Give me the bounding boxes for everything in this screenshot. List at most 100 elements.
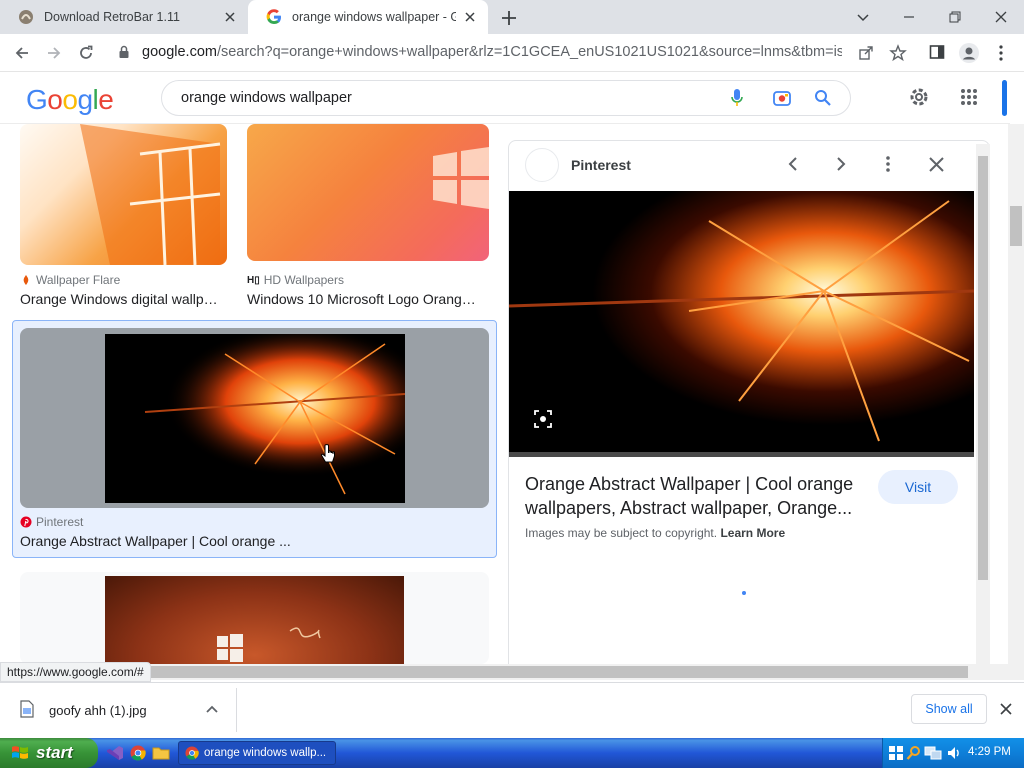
windows-logo-image xyxy=(433,147,489,209)
result-source[interactable]: Pinterest xyxy=(20,515,83,529)
folder-icon[interactable] xyxy=(152,745,170,761)
chevron-up-icon[interactable] xyxy=(206,704,218,714)
minimize-icon xyxy=(904,16,914,18)
preview-source[interactable]: Pinterest xyxy=(571,157,631,173)
more-options-icon[interactable] xyxy=(885,155,891,173)
show-all-downloads-button[interactable]: Show all xyxy=(911,694,987,724)
back-button[interactable] xyxy=(10,41,34,65)
result-thumbnail[interactable] xyxy=(105,334,405,503)
windows-flag-tray-icon[interactable] xyxy=(888,745,904,761)
result-thumbnail[interactable] xyxy=(20,124,227,265)
result-source[interactable]: H▯ HD Wallpapers xyxy=(247,273,344,287)
result-title[interactable]: Orange Windows digital wallp… xyxy=(20,291,218,307)
lens-camera-icon[interactable] xyxy=(772,88,792,108)
windows-logo-image xyxy=(80,124,221,265)
loading-indicator xyxy=(742,591,746,595)
visit-button[interactable]: Visit xyxy=(878,470,958,504)
logo-letter: o xyxy=(47,84,63,115)
tab-title: orange windows wallpaper - Goo xyxy=(292,10,456,24)
url-path: /search?q=orange+windows+wallpaper&rlz=1… xyxy=(216,44,842,60)
logo-letter: G xyxy=(26,84,48,115)
arrow-right-icon xyxy=(48,47,61,59)
chevron-down-icon xyxy=(857,14,869,22)
close-icon[interactable] xyxy=(929,157,944,172)
logo-letter: o xyxy=(62,84,78,115)
restore-icon xyxy=(949,11,961,23)
hd-wallpapers-icon: H▯ xyxy=(247,274,260,286)
windows-flag-icon xyxy=(12,746,28,759)
google-favicon-icon xyxy=(266,9,281,24)
source-label: HD Wallpapers xyxy=(263,273,344,287)
pinterest-icon xyxy=(20,516,32,528)
result-source[interactable]: Wallpaper Flare xyxy=(20,273,120,287)
close-shelf-icon[interactable] xyxy=(1000,703,1012,715)
tab-title: Download RetroBar 1.11 xyxy=(44,10,180,24)
minimize-button[interactable] xyxy=(886,0,932,34)
windows-logo-image xyxy=(217,627,321,662)
lock-icon[interactable] xyxy=(118,45,130,59)
chrome-icon xyxy=(185,746,199,760)
tab-retrobar[interactable]: Download RetroBar 1.11 xyxy=(0,0,248,34)
reload-icon xyxy=(80,45,93,59)
result-title[interactable]: Windows 10 Microsoft Logo Orang… xyxy=(247,291,476,307)
preview-image[interactable] xyxy=(509,191,974,457)
horizontal-scrollbar-thumb[interactable] xyxy=(150,666,968,678)
download-shelf xyxy=(0,682,1024,738)
panel-scrollbar-thumb[interactable] xyxy=(978,156,988,580)
google-logo[interactable]: Google xyxy=(26,84,114,116)
chevron-left-icon[interactable] xyxy=(785,156,801,172)
result-title[interactable]: Orange Abstract Wallpaper | Cool orange … xyxy=(20,533,291,549)
learn-more-link[interactable]: Learn More xyxy=(720,526,785,540)
reload-button[interactable] xyxy=(74,41,98,65)
forward-button[interactable] xyxy=(42,41,66,65)
profile-avatar-icon[interactable] xyxy=(958,42,980,64)
arrow-left-icon xyxy=(15,47,28,59)
bookmark-star-icon[interactable] xyxy=(889,44,907,62)
download-filename[interactable]: goofy ahh (1).jpg xyxy=(49,703,147,718)
source-label: Pinterest xyxy=(36,515,84,529)
taskbar-chrome-window[interactable]: orange windows wallp... xyxy=(178,741,336,765)
wallpaper-flare-icon xyxy=(23,275,29,285)
result-thumbnail[interactable] xyxy=(105,576,404,664)
copyright-notice: Images may be subject to copyright. Lear… xyxy=(525,526,785,540)
retrobar-favicon-icon xyxy=(19,10,33,24)
new-tab-plus-icon[interactable] xyxy=(498,7,520,29)
page-scrollbar-thumb[interactable] xyxy=(1010,206,1022,246)
start-label: start xyxy=(36,743,73,762)
result-thumbnail[interactable] xyxy=(247,124,489,261)
share-icon[interactable] xyxy=(858,45,874,61)
side-panel-icon[interactable] xyxy=(929,44,945,60)
clock: 4:29 PM xyxy=(968,746,1011,758)
url-text: google.com/search?q=orange+windows+wallp… xyxy=(142,44,842,60)
search-tray-icon[interactable] xyxy=(906,745,922,761)
preview-title[interactable]: Orange Abstract Wallpaper | Cool orange … xyxy=(525,472,870,520)
visual-studio-icon[interactable] xyxy=(106,745,124,761)
network-icon[interactable] xyxy=(924,745,942,761)
close-tab-icon[interactable] xyxy=(222,9,238,25)
volume-icon[interactable] xyxy=(946,745,962,761)
shelf-divider xyxy=(236,688,237,732)
link-status-bubble: https://www.google.com/# xyxy=(0,662,151,682)
lens-search-icon[interactable] xyxy=(534,410,552,428)
search-icon[interactable] xyxy=(814,89,832,107)
abstract-explosion-image xyxy=(509,191,974,452)
tab-search-button[interactable] xyxy=(840,0,886,34)
close-icon xyxy=(995,11,1007,23)
close-window-button[interactable] xyxy=(978,0,1024,34)
restore-button[interactable] xyxy=(932,0,978,34)
hand-cursor-icon xyxy=(320,444,335,463)
chrome-icon[interactable] xyxy=(130,745,146,761)
settings-gear-icon[interactable] xyxy=(908,86,930,108)
chevron-right-icon[interactable] xyxy=(833,156,849,172)
tab-google-search[interactable]: orange windows wallpaper - Goo xyxy=(248,0,488,34)
apps-grid-icon[interactable] xyxy=(960,88,978,106)
source-avatar[interactable] xyxy=(525,148,559,182)
microphone-icon[interactable] xyxy=(730,88,744,108)
close-tab-icon[interactable] xyxy=(462,9,478,25)
source-label: Wallpaper Flare xyxy=(36,273,121,287)
url-host: google.com xyxy=(142,44,217,60)
search-input[interactable]: orange windows wallpaper xyxy=(181,90,352,106)
start-button[interactable]: start xyxy=(0,738,98,768)
kebab-menu-icon[interactable] xyxy=(998,44,1004,62)
account-indicator[interactable] xyxy=(1002,80,1007,116)
